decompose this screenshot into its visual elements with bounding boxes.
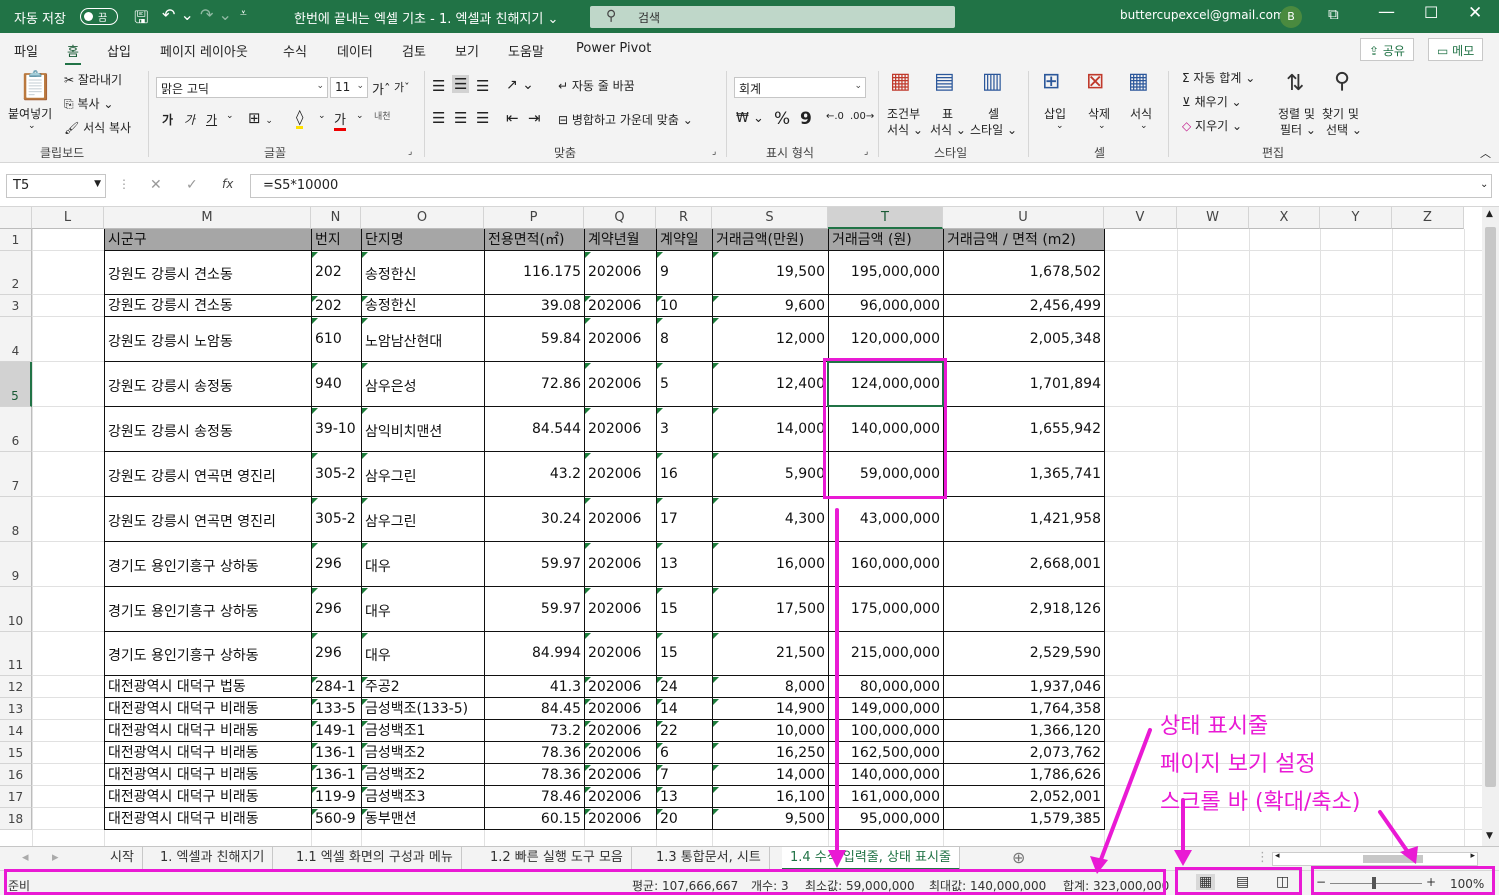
annotation-view-label: 페이지 보기 설정 [1160, 752, 1316, 777]
annotation-scroll-label: 스크롤 바 (확대/축소) [1160, 790, 1361, 815]
annotation-status-label: 상태 표시줄 [1160, 714, 1269, 739]
